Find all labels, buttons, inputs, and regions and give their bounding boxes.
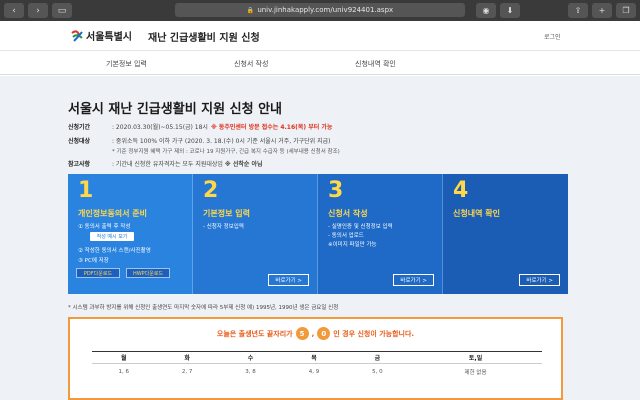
table-header: 수 — [218, 351, 283, 364]
ref-label: 참고사항 — [68, 161, 91, 168]
table-header-row: 월 화 수 목 금 토,일 — [92, 351, 542, 364]
address-bar[interactable]: 🔒 univ.jinhakapply.com/univ924401.aspx — [175, 3, 465, 17]
digit-badge: 0 — [317, 327, 331, 340]
table-cell: 1, 6 — [118, 368, 129, 375]
tabs-button[interactable]: ❐ — [616, 3, 636, 18]
schedule-table: 월 화 수 목 금 토,일 1, 6 2, 7 3, 8 4, 9 5, 0 제… — [92, 351, 542, 380]
table-header: 화 — [155, 351, 219, 364]
pdf-download-button[interactable]: PDF다운로드 — [76, 268, 120, 278]
info-ref: 참고사항 : 기간내 신청한 유자격자는 모두 지원대상임 ※ 선착순 아님 — [68, 159, 263, 168]
table-cell: 제한 없음 — [464, 369, 487, 376]
target-label: 신청대상 — [68, 138, 91, 145]
today-message-after: 인 경우 신청이 가능합니다. — [333, 329, 415, 338]
today-message: 오늘은 출생년도 끝자리가 5 , 0 인 경우 신청이 가능합니다. — [70, 327, 561, 340]
table-header: 월 — [92, 351, 156, 364]
table-cell: 3, 8 — [245, 368, 256, 375]
table-header: 금 — [345, 351, 410, 364]
sidebar-icon: ▭ — [57, 5, 67, 16]
step-4-card: 4 신청내역 확인 바로가기 > — [443, 174, 568, 294]
hwp-download-button[interactable]: HWP다운로드 — [126, 268, 170, 278]
table-cell: 4, 9 — [308, 368, 320, 375]
share-icon: ⇪ — [574, 6, 582, 15]
steps-panel: 1 개인정보동의서 준비 ① 동의서 출력 후 작성 작성 예시 보기 ② 작성… — [68, 174, 568, 294]
seoul-logo[interactable]: 서울특별시 — [70, 28, 132, 43]
step-title: 신청서 작성 — [328, 209, 368, 218]
lock-icon: 🔒 — [246, 6, 255, 14]
schedule-box: 오늘은 출생년도 끝자리가 5 , 0 인 경우 신청이 가능합니다. 월 화 … — [68, 317, 563, 400]
shield-icon: ◉ — [482, 6, 490, 15]
step-desc: ② 작성한 동의서 스캔/사진촬영 — [78, 248, 151, 254]
download-button[interactable]: ⬇ — [500, 3, 520, 18]
info-period: 신청기간 : 2020.03.30(월)~05.15(금) 18시 ※ 동주민센… — [68, 122, 332, 131]
browser-toolbar: ‹ › ▭ 🔒 univ.jinhakapply.com/univ924401.… — [0, 0, 640, 21]
table-cell: 2, 7 — [181, 368, 193, 375]
main-content: 서울시 재난 긴급생활비 지원 신청 안내 신청기간 : 2020.03.30(… — [0, 76, 640, 400]
step-number: 4 — [453, 178, 469, 203]
new-tab-button[interactable]: + — [592, 3, 612, 18]
nav-application[interactable]: 신청서 작성 — [234, 59, 268, 69]
target-value: : 중위소득 100% 이하 가구 (2020. 3. 18.(수) 0시 기준… — [112, 138, 331, 145]
ref-value: : 기간내 신청한 유자격자는 모두 지원대상임 — [112, 161, 223, 168]
step-title: 기본정보 입력 — [203, 209, 250, 218]
step-number: 1 — [78, 178, 94, 203]
info-target: 신청대상 : 중위소득 100% 이하 가구 (2020. 3. 18.(수) … — [68, 136, 330, 145]
download-icon: ⬇ — [506, 6, 514, 15]
login-link[interactable]: 로그인 — [544, 32, 561, 41]
site-title: 재난 긴급생활비 지원 신청 — [148, 33, 260, 44]
step-title: 개인정보동의서 준비 — [78, 209, 148, 218]
step-3-card: 3 신청서 작성 - 실명인증 및 신청정보 입력 - 동의서 업로드 ※이미지… — [318, 174, 443, 294]
nav-basic-info[interactable]: 기본정보 입력 — [106, 59, 147, 69]
today-message-before: 오늘은 출생년도 끝자리가 — [216, 329, 293, 338]
table-header: 목 — [282, 351, 346, 364]
period-label: 신청기간 — [68, 124, 91, 131]
page-title: 서울시 재난 긴급생활비 지원 신청 안내 — [68, 102, 282, 117]
main-nav: 기본정보 입력 신청서 작성 신청내역 확인 — [0, 51, 640, 75]
step-title: 신청내역 확인 — [453, 209, 500, 218]
sample-view-button[interactable]: 작성 예시 보기 — [90, 232, 134, 241]
extension-button[interactable]: ◉ — [476, 3, 496, 18]
table-cell: 5, 0 — [372, 368, 383, 375]
step-number: 2 — [203, 178, 219, 203]
target-sub: * 기준 정부지원 혜택 가구 제외 : 코로나 19 지원가구, 긴급 복지 … — [112, 149, 340, 155]
step-desc: ③ PC에 저장 — [78, 258, 109, 264]
step-desc: - 실명인증 및 신청정보 입력 — [328, 224, 393, 230]
site-header: 서울특별시 재난 긴급생활비 지원 신청 로그인 — [0, 21, 640, 51]
period-value: : 2020.03.30(월)~05.15(금) 18시 — [112, 124, 208, 131]
step-3-go-button[interactable]: 바로가기 > — [393, 274, 434, 286]
table-row: 1, 6 2, 7 3, 8 4, 9 5, 0 제한 없음 — [92, 364, 542, 380]
step-1-card: 1 개인정보동의서 준비 ① 동의서 출력 후 작성 작성 예시 보기 ② 작성… — [68, 174, 193, 294]
seoul-logo-icon — [71, 29, 83, 42]
chevron-right-icon: › — [36, 5, 40, 16]
plus-icon: + — [598, 6, 606, 15]
step-2-card: 2 기본정보 입력 - 신청자 정보입력 바로가기 > — [193, 174, 318, 294]
back-button[interactable]: ‹ — [4, 3, 24, 18]
step-desc: - 동의서 업로드 — [328, 233, 364, 239]
nav-history[interactable]: 신청내역 확인 — [355, 59, 396, 69]
logo-text: 서울특별시 — [86, 32, 132, 43]
forward-button[interactable]: › — [28, 3, 48, 18]
step-desc: ※이미지 파일만 가능 — [328, 242, 377, 248]
step-2-go-button[interactable]: 바로가기 > — [268, 274, 309, 286]
chevron-left-icon: ‹ — [12, 5, 16, 16]
address-url: univ.jinhakapply.com/univ924401.aspx — [257, 6, 394, 14]
digit-separator: , — [311, 329, 315, 338]
sidebar-button[interactable]: ▭ — [52, 3, 72, 18]
step-desc: - 신청자 정보입력 — [203, 224, 244, 230]
share-button[interactable]: ⇪ — [568, 3, 588, 18]
rotation-notice: * 시스템 과부하 방지를 위해 신청인 출생연도 마지막 숫자에 따라 5부제… — [68, 305, 339, 311]
ref-note: ※ 선착순 아님 — [224, 161, 263, 168]
digit-badge: 5 — [295, 327, 309, 340]
period-note: ※ 동주민센터 방문 접수는 4.16(목) 부터 가능 — [210, 124, 333, 131]
step-desc: ① 동의서 출력 후 작성 — [78, 224, 131, 230]
tabs-icon: ❐ — [622, 6, 630, 15]
table-header: 토,일 — [409, 351, 542, 364]
step-4-go-button[interactable]: 바로가기 > — [519, 274, 560, 286]
step-number: 3 — [328, 178, 344, 203]
